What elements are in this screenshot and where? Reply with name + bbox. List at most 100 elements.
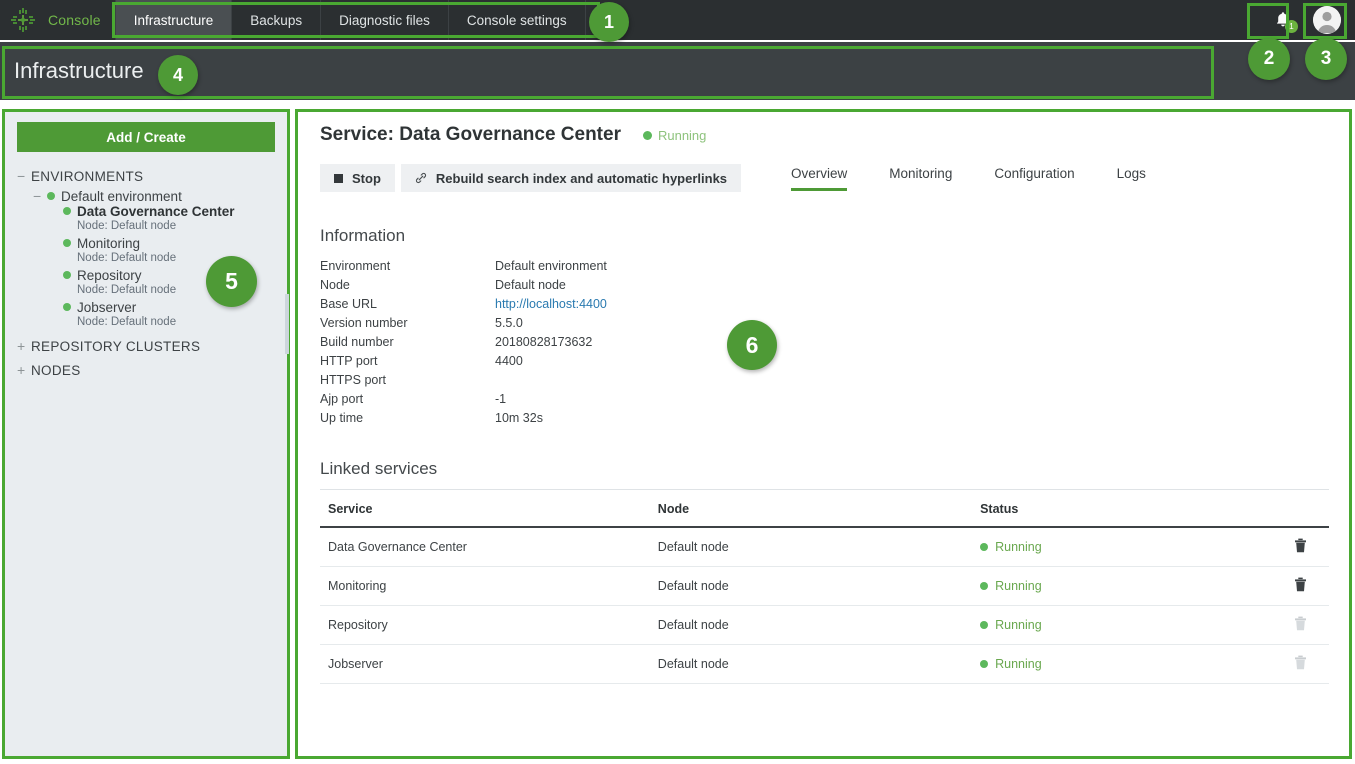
tree-group-label-environments: ENVIRONMENTS [31,169,144,184]
cell-service: Repository [320,605,650,645]
sidebar-service-name: Monitoring [77,236,141,251]
tree-group-label-nodes: NODES [31,363,81,378]
circuit-logo-icon [11,8,35,32]
sidebar-scrollbar[interactable] [285,294,289,354]
info-row-http-port: HTTP port 4400 [320,353,607,372]
trash-icon[interactable] [1294,577,1307,595]
info-value: 5.5.0 [495,316,523,330]
expand-plus-icon[interactable]: + [17,362,31,378]
tab-overview[interactable]: Overview [791,166,848,191]
status-text: Running [995,540,1042,554]
service-status-text: Running [657,128,707,143]
info-row-version-number: Version number 5.5.0 [320,315,607,334]
status-dot-icon [63,303,71,311]
status-dot-icon [980,543,989,551]
info-value: 4400 [495,354,523,368]
nav-tab-diagnostic-files[interactable]: Diagnostic files [321,0,449,40]
info-value: 20180828173632 [495,335,593,349]
callout-badge-6: 6 [727,320,777,370]
cell-service: Jobserver [320,644,650,684]
status-dot-icon [980,582,989,590]
sidebar-service-node: Node: Default node [77,220,177,232]
status-dot-icon [47,192,55,200]
info-value [495,372,607,391]
cell-actions [1264,605,1329,645]
information-section-title: Information [320,226,406,245]
top-header-bar: Console Infrastructure Backups Diagnosti… [0,0,1355,40]
collapse-minus-icon[interactable]: − [17,168,31,184]
callout-badge-1: 1 [589,2,629,42]
cell-service: Monitoring [320,566,650,606]
expand-plus-icon[interactable]: + [17,338,31,354]
base-url-link[interactable]: http://localhost:4400 [495,297,607,311]
status-dot-icon [63,271,71,279]
status-dot-icon [63,207,71,215]
info-key: Ajp port [320,392,364,406]
sidebar-item-jobserver[interactable]: Jobserver Node: Default node [63,300,275,330]
tab-monitoring[interactable]: Monitoring [889,166,952,191]
sidebar-item-data-governance-center[interactable]: Data Governance Center Node: Default nod… [63,204,275,234]
main-nav-tabs: Infrastructure Backups Diagnostic files … [114,0,586,40]
trash-icon[interactable] [1294,538,1307,556]
info-key: Environment [320,259,391,273]
nav-tab-console-settings[interactable]: Console settings [449,0,586,40]
column-header-actions [1264,490,1329,528]
callout-badge-2: 2 [1248,38,1290,80]
tree-group-repository-clusters[interactable]: + REPOSITORY CLUSTERS [17,338,275,354]
status-dot-icon [63,239,71,247]
service-title: Service: Data Governance Center [320,124,621,145]
tab-logs[interactable]: Logs [1117,166,1146,191]
info-row-environment: Environment Default environment [320,258,607,277]
cell-node: Default node [649,527,973,567]
nav-tab-infrastructure[interactable]: Infrastructure [114,0,233,40]
info-key: HTTP port [320,354,378,368]
service-status-badge: Running [642,128,707,143]
status-text: Running [995,618,1042,632]
stop-button[interactable]: Stop [320,164,395,192]
main-content-panel: Service: Data Governance Center Running … [298,112,1349,756]
user-avatar-icon [1313,6,1341,34]
link-chain-icon [415,172,427,184]
cell-node: Default node [649,605,973,645]
callout-badge-4: 4 [158,55,198,95]
collapse-minus-icon-env[interactable]: − [33,188,47,204]
info-row-base-url: Base URL http://localhost:4400 [320,296,607,315]
console-app: Console Infrastructure Backups Diagnosti… [0,0,1355,764]
tab-configuration[interactable]: Configuration [994,166,1074,191]
table-header-row: Service Node Status [320,490,1329,528]
info-key: HTTPS port [320,373,386,387]
notifications-button[interactable]: 1 [1265,2,1301,38]
page-title: Infrastructure [14,58,144,83]
column-header-node: Node [649,490,973,528]
table-row: Jobserver Default node Running [320,644,1329,684]
tree-group-environments[interactable]: − ENVIRONMENTS [17,168,275,184]
linked-services-title: Linked services [320,459,438,478]
info-value: Default environment [495,259,607,273]
tree-item-default-environment[interactable]: − Default environment [33,188,275,204]
account-button[interactable] [1309,2,1345,38]
table-row: Monitoring Default node Running [320,566,1329,606]
info-value: -1 [495,392,507,406]
rebuild-search-index-button[interactable]: Rebuild search index and automatic hyper… [400,164,742,192]
nav-tab-backups[interactable]: Backups [232,0,322,40]
cell-actions [1264,644,1329,684]
info-value-link-cell: http://localhost:4400 [495,296,607,315]
body-area: Add / Create − ENVIRONMENTS − Default en… [0,104,1355,764]
cell-status: Running [972,605,1265,645]
add-create-button[interactable]: Add / Create [17,122,275,152]
tree-group-nodes[interactable]: + NODES [17,362,275,378]
callout-badge-3: 3 [1305,38,1347,80]
information-table: Environment Default environment Node Def… [320,258,607,429]
status-dot-icon [980,621,989,629]
info-row-https-port: HTTPS port [320,372,607,391]
content-tabs: Overview Monitoring Configuration Logs [791,166,1188,191]
cell-actions [1264,566,1329,606]
linked-services-table: Service Node Status Data Governance Cent… [320,490,1329,684]
service-toolbar: Stop Rebuild search index and automatic … [320,164,1329,192]
brand-label: Console [48,12,101,28]
tree-env-label: Default environment [61,189,182,204]
cell-status: Running [972,527,1265,567]
info-value: Default node [495,278,566,292]
cell-actions [1264,527,1329,567]
tree-group-label-repository-clusters: REPOSITORY CLUSTERS [31,339,201,354]
